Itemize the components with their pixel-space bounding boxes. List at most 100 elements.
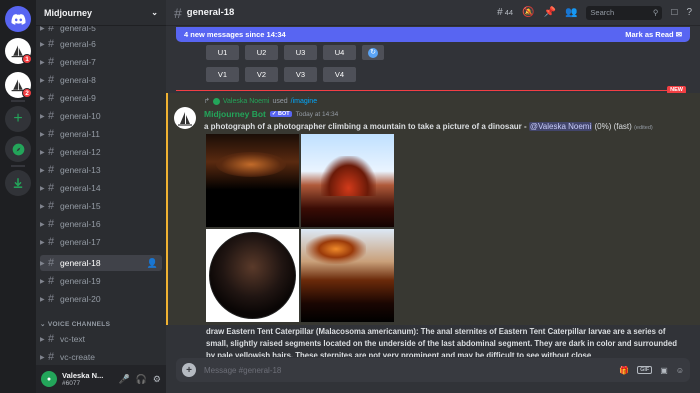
search-input[interactable]: Search ⚲ (586, 5, 663, 20)
threads-icon[interactable]: #44 (497, 7, 513, 18)
message-content: a photograph of a photographer climbing … (204, 122, 653, 131)
u3-button[interactable]: U3 (284, 45, 317, 60)
channel-label: general-8 (60, 75, 96, 85)
author-name[interactable]: Midjourney Bot (204, 109, 266, 119)
image-quadrant-4[interactable] (301, 229, 394, 322)
channel-label: general-7 (60, 57, 96, 67)
quadrant-3-orb (209, 232, 296, 319)
channel-vc-text[interactable]: ▶ # vc-text (40, 331, 162, 347)
user-info[interactable]: Valeska N... #6077 (62, 370, 104, 387)
server-header[interactable]: Midjourney ⌄ (36, 0, 166, 26)
rail-separator (11, 165, 25, 167)
channel-vc-create[interactable]: ▶ # vc-create (40, 349, 162, 365)
reply-used-text: used (272, 97, 288, 105)
channel-general-6[interactable]: ▶ # general-6 (40, 36, 162, 52)
hash-icon: # (48, 182, 55, 194)
upscale-buttons: U1 U2 U3 U4 ↻ (206, 45, 384, 60)
emoji-icon[interactable]: ☺ (676, 366, 684, 375)
chevron-down-icon: ⌄ (151, 8, 158, 17)
reply-arrow-icon: ↱ (204, 98, 210, 105)
avatar[interactable]: ● (41, 371, 57, 387)
channel-general-15[interactable]: ▶ # general-15 (40, 198, 162, 214)
voice-category[interactable]: ⌄ VOICE CHANNELS (40, 320, 110, 328)
hash-icon: # (48, 74, 55, 86)
user-mention[interactable]: @Valeska Noemi (528, 122, 593, 131)
variation-buttons: V1 V2 V3 V4 (206, 67, 356, 82)
u2-button[interactable]: U2 (245, 45, 278, 60)
channel-general-17[interactable]: ▶ # general-17 (40, 234, 162, 250)
hash-icon: # (48, 236, 55, 248)
channel-general-14[interactable]: ▶ # general-14 (40, 180, 162, 196)
headphones-icon[interactable]: 🎧 (136, 374, 147, 385)
v3-button[interactable]: V3 (284, 67, 317, 82)
sticker-icon[interactable]: ▣ (660, 366, 668, 375)
channel-label: general-9 (60, 93, 96, 103)
message-composer: + 🎁 GIF ▣ ☺ (176, 358, 690, 382)
channel-label: general-6 (60, 39, 96, 49)
gif-icon[interactable]: GIF (637, 366, 653, 374)
channel-general-9[interactable]: ▶ # general-9 (40, 90, 162, 106)
channel-general-19[interactable]: ▶ # general-19 (40, 273, 162, 289)
reply-context[interactable]: ↱ Valeska Noemi used /imagine (204, 97, 317, 105)
discord-home-icon[interactable] (5, 6, 31, 32)
v2-button[interactable]: V2 (245, 67, 278, 82)
help-icon[interactable]: ? (686, 7, 692, 18)
quadrant-1-glow (216, 152, 286, 177)
image-quadrant-1[interactable] (206, 134, 299, 227)
channel-general-11[interactable]: ▶ # general-11 (40, 126, 162, 142)
message-input[interactable] (204, 365, 584, 375)
channel-general-18[interactable]: ▶ # general-18 👤 (40, 255, 162, 271)
invite-user-icon[interactable]: 👤 (147, 258, 158, 269)
channel-label: general-19 (60, 276, 101, 286)
channel-general-16[interactable]: ▶ # general-16 (40, 216, 162, 232)
explore-compass-icon[interactable] (5, 136, 31, 162)
quadrant-2-mountain (321, 156, 376, 196)
hash-icon: # (48, 38, 55, 50)
channel-label: general-18 (60, 258, 101, 268)
add-attachment-button[interactable]: + (182, 363, 196, 377)
collapse-arrow-icon: ▶ (40, 95, 45, 102)
channel-general-5[interactable]: ▶ # general-5 (40, 26, 162, 36)
bot-avatar[interactable] (174, 107, 196, 129)
reroll-button[interactable]: ↻ (362, 45, 384, 60)
settings-gear-icon[interactable]: ⚙ (153, 374, 161, 385)
u1-button[interactable]: U1 (206, 45, 239, 60)
collapse-arrow-icon: ▶ (40, 260, 45, 267)
gift-icon[interactable]: 🎁 (619, 366, 629, 375)
channel-label: general-16 (60, 219, 101, 229)
notification-mute-icon[interactable]: 🔕 (522, 7, 534, 18)
reroll-icon: ↻ (368, 47, 378, 58)
u4-button[interactable]: U4 (323, 45, 356, 60)
channel-general-20[interactable]: ▶ # general-20 (40, 291, 162, 307)
channel-general-12[interactable]: ▶ # general-12 (40, 144, 162, 160)
mark-as-read-button[interactable]: Mark as Read ✉ (625, 30, 682, 39)
image-quadrant-3[interactable] (206, 229, 299, 322)
collapse-arrow-icon: ▶ (40, 239, 45, 246)
image-grid[interactable] (206, 134, 394, 322)
hash-icon: # (48, 275, 55, 287)
server-badge: 2 (22, 88, 32, 98)
channel-general-13[interactable]: ▶ # general-13 (40, 162, 162, 178)
channel-list: ▶ # general-5 ▶ # general-6 ▶ # general-7 ▶ # ge… (36, 26, 166, 366)
mute-mic-icon[interactable]: 🎤 (118, 374, 129, 385)
add-server-icon[interactable]: + (5, 106, 31, 132)
inbox-icon[interactable]: □ (671, 7, 677, 18)
next-message-text: draw Eastern Tent Caterpillar (Malacosom… (206, 327, 677, 357)
channel-label: general-10 (60, 111, 101, 121)
user-name: Valeska N... (62, 370, 104, 380)
v1-button[interactable]: V1 (206, 67, 239, 82)
new-messages-bar[interactable]: 4 new messages since 14:34 Mark as Read … (176, 27, 690, 42)
hash-icon: # (48, 293, 55, 305)
channel-general-10[interactable]: ▶ # general-10 (40, 108, 162, 124)
channel-general-8[interactable]: ▶ # general-8 (40, 72, 162, 88)
message-header: Midjourney Bot ✓ BOT Today at 14:34 (204, 109, 338, 119)
channel-label: general-17 (60, 237, 101, 247)
members-icon[interactable]: 👥 (565, 7, 577, 18)
download-icon[interactable] (5, 170, 31, 196)
channel-label: vc-create (60, 352, 95, 362)
collapse-arrow-icon: ▶ (40, 278, 45, 285)
image-quadrant-2[interactable] (301, 134, 394, 227)
v4-button[interactable]: V4 (323, 67, 356, 82)
channel-general-7[interactable]: ▶ # general-7 (40, 54, 162, 70)
pin-icon[interactable]: 📌 (543, 7, 555, 18)
